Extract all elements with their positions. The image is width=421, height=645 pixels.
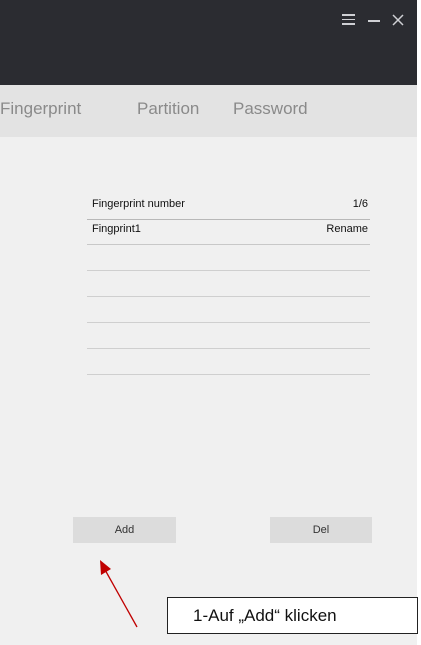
- tab-password[interactable]: Password: [233, 99, 308, 119]
- empty-row: [87, 271, 370, 297]
- table-row[interactable]: Fingprint1 Rename: [87, 220, 370, 245]
- fingerprint-count: 1/6: [352, 198, 368, 210]
- hamburger-icon: [342, 14, 355, 25]
- minimize-button[interactable]: [365, 10, 383, 30]
- instruction-callout: 1-Auf „Add“ klicken: [167, 597, 418, 634]
- del-button[interactable]: Del: [270, 517, 372, 543]
- empty-row: [87, 245, 370, 271]
- fingerprint-name: Fingprint1: [92, 223, 141, 235]
- tab-bar: Fingerprint Partition Password: [0, 85, 417, 137]
- fingerprint-table: Fingerprint number 1/6 Fingprint1 Rename: [87, 195, 370, 375]
- empty-row: [87, 323, 370, 349]
- tab-partition[interactable]: Partition: [137, 99, 199, 119]
- add-button[interactable]: Add: [73, 517, 176, 543]
- app-window: Fingerprint Partition Password Fingerpri…: [0, 0, 417, 645]
- empty-row: [87, 349, 370, 375]
- table-header-row: Fingerprint number 1/6: [87, 195, 370, 220]
- tab-fingerprint[interactable]: Fingerprint: [0, 99, 81, 119]
- rename-link[interactable]: Rename: [326, 223, 368, 235]
- minimize-icon: [368, 20, 380, 22]
- fingerprint-number-label: Fingerprint number: [92, 198, 185, 210]
- close-icon: [392, 14, 404, 26]
- empty-row: [87, 297, 370, 323]
- title-bar: [0, 0, 417, 85]
- menu-button[interactable]: [340, 10, 358, 30]
- close-button[interactable]: [389, 10, 407, 30]
